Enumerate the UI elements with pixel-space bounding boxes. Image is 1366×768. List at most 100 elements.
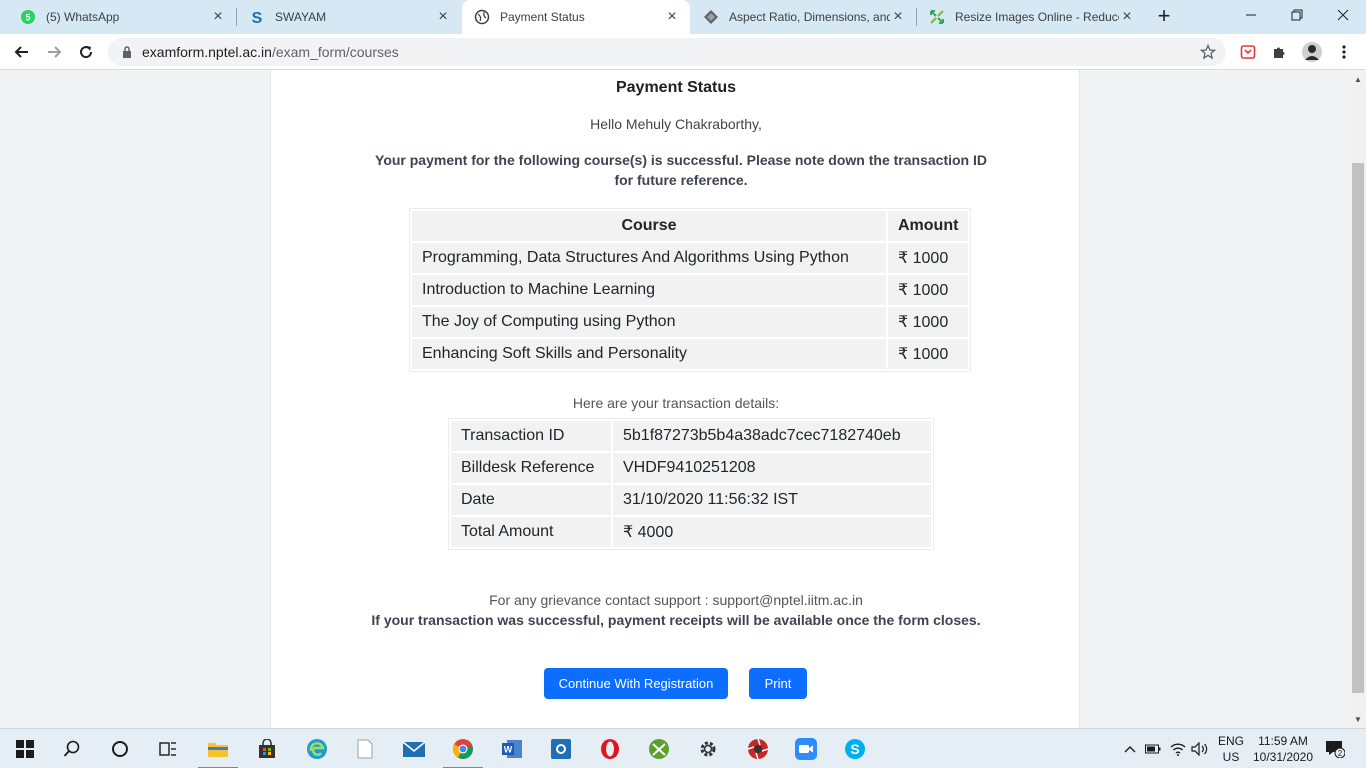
page-scrollbar[interactable]: ▲ ▼	[1350, 70, 1366, 728]
restore-button[interactable]	[1274, 0, 1320, 30]
table-row: Enhancing Soft Skills and Personality ₹ …	[412, 339, 969, 369]
transaction-label: Billdesk Reference	[451, 453, 611, 483]
game-app[interactable]	[647, 737, 671, 761]
close-icon[interactable]: ×	[435, 9, 451, 25]
forward-button[interactable]	[40, 38, 68, 66]
input-language[interactable]: ENG US	[1216, 733, 1246, 765]
greeting-text: Hello Mehuly Chakraborthy,	[590, 116, 762, 132]
mail-icon	[402, 741, 426, 757]
swayam-icon: S	[249, 9, 265, 25]
tab-swayam[interactable]: S SWAYAM ×	[237, 0, 461, 34]
gear-icon	[700, 741, 716, 757]
chrome-app[interactable]	[443, 737, 483, 768]
settings-app[interactable]	[696, 737, 720, 761]
wifi-icon	[1170, 743, 1186, 756]
show-hidden-icons-button[interactable]	[1120, 729, 1140, 768]
close-icon[interactable]: ×	[210, 9, 226, 25]
notepad-app[interactable]	[353, 737, 377, 761]
edge-icon	[307, 739, 327, 759]
mail-app[interactable]	[402, 737, 426, 761]
tab-strip: 5 (5) WhatsApp × S SWAYAM × Payment Stat…	[0, 0, 1366, 34]
page-viewport: Payment Status Hello Mehuly Chakraborthy…	[0, 70, 1350, 728]
grievance-text: For any grievance contact support : supp…	[489, 592, 863, 608]
skype-app[interactable]: S	[843, 737, 867, 761]
column-header-course: Course	[412, 211, 886, 241]
diamond-icon	[703, 9, 719, 25]
settings-store-app[interactable]	[549, 737, 573, 761]
tab-title: Payment Status	[500, 10, 585, 24]
word-app[interactable]: W	[500, 737, 524, 761]
battery-status[interactable]	[1144, 729, 1162, 768]
profile-button[interactable]	[1298, 38, 1326, 66]
print-button[interactable]: Print	[749, 668, 807, 699]
windows-taskbar: W S ENG US 11:59 AM 10/31/2020 2	[0, 728, 1366, 768]
edge-app[interactable]	[305, 737, 329, 761]
scroll-down-icon[interactable]: ▼	[1354, 716, 1362, 724]
scrollbar-thumb[interactable]	[1352, 163, 1364, 693]
network-status[interactable]	[1168, 729, 1188, 768]
close-icon[interactable]: ×	[890, 9, 906, 25]
opera-app[interactable]	[598, 737, 622, 761]
volume-control[interactable]	[1190, 729, 1210, 768]
zoom-app[interactable]	[794, 737, 818, 761]
task-view-icon	[159, 742, 176, 756]
search-button[interactable]	[60, 737, 84, 761]
transaction-table: Transaction ID 5b1f87273b5b4a38adc7cec71…	[448, 418, 934, 550]
pocket-icon	[1240, 45, 1256, 59]
course-amount: ₹ 1000	[888, 339, 969, 369]
svg-text:S: S	[850, 741, 859, 757]
region-code: US	[1222, 750, 1240, 764]
scroll-up-icon[interactable]: ▲	[1354, 76, 1362, 84]
arrow-left-icon	[14, 46, 28, 58]
table-row: Introduction to Machine Learning ₹ 1000	[412, 275, 969, 305]
tab-resize-images[interactable]: Resize Images Online - Reduce ×	[917, 0, 1145, 34]
lock-icon	[120, 45, 134, 59]
extension-pocket-button[interactable]	[1234, 38, 1262, 66]
cortana-button[interactable]	[108, 737, 132, 761]
browser-toolbar: examform.nptel.ac.in/exam_form/courses	[0, 34, 1366, 70]
address-bar[interactable]: examform.nptel.ac.in/exam_form/courses	[108, 38, 1226, 66]
table-row: The Joy of Computing using Python ₹ 1000	[412, 307, 969, 337]
avatar	[1302, 42, 1322, 62]
minimize-button[interactable]	[1228, 0, 1274, 30]
transaction-label: Total Amount	[451, 517, 611, 547]
cortana-icon	[112, 741, 128, 757]
back-button[interactable]	[8, 38, 36, 66]
continue-registration-button[interactable]: Continue With Registration	[544, 668, 728, 699]
new-tab-button[interactable]: +	[1152, 5, 1176, 29]
course-amount: ₹ 1000	[888, 307, 969, 337]
windows-logo-icon	[16, 740, 34, 758]
tab-payment-status[interactable]: Payment Status ×	[462, 0, 690, 34]
tab-aspect-ratio[interactable]: Aspect Ratio, Dimensions, and ×	[691, 0, 916, 34]
action-center-button[interactable]: 2	[1322, 729, 1348, 768]
bookmark-star-icon[interactable]	[1199, 43, 1217, 60]
course-name: Programming, Data Structures And Algorit…	[412, 243, 886, 273]
svg-text:S: S	[252, 10, 263, 25]
task-view-button[interactable]	[156, 737, 180, 761]
extensions-button[interactable]	[1266, 38, 1294, 66]
file-explorer-app[interactable]	[198, 737, 238, 768]
photos-app[interactable]	[746, 737, 770, 761]
url-host: examform.nptel.ac.in	[142, 44, 272, 60]
clock-date: 10/31/2020	[1252, 750, 1314, 764]
tab-whatsapp[interactable]: 5 (5) WhatsApp ×	[8, 0, 236, 34]
store-app[interactable]	[255, 737, 279, 761]
close-icon	[1337, 9, 1349, 21]
reload-button[interactable]	[72, 38, 100, 66]
course-name: Enhancing Soft Skills and Personality	[412, 339, 886, 369]
close-icon[interactable]: ×	[1119, 9, 1135, 25]
whatsapp-icon: 5	[20, 9, 36, 25]
close-window-button[interactable]	[1320, 0, 1366, 30]
close-icon[interactable]: ×	[664, 9, 680, 25]
resize-icon	[929, 9, 945, 25]
video-camera-icon	[795, 738, 817, 760]
xbox-icon	[649, 739, 669, 759]
tab-title: (5) WhatsApp	[46, 10, 120, 24]
minimize-icon	[1246, 14, 1256, 16]
system-clock[interactable]: 11:59 AM 10/31/2020	[1250, 733, 1316, 765]
speaker-icon	[1191, 742, 1208, 756]
menu-button[interactable]	[1330, 38, 1358, 66]
table-header-row: Course Amount	[412, 211, 969, 241]
search-icon	[63, 740, 80, 757]
start-button[interactable]	[13, 737, 37, 761]
